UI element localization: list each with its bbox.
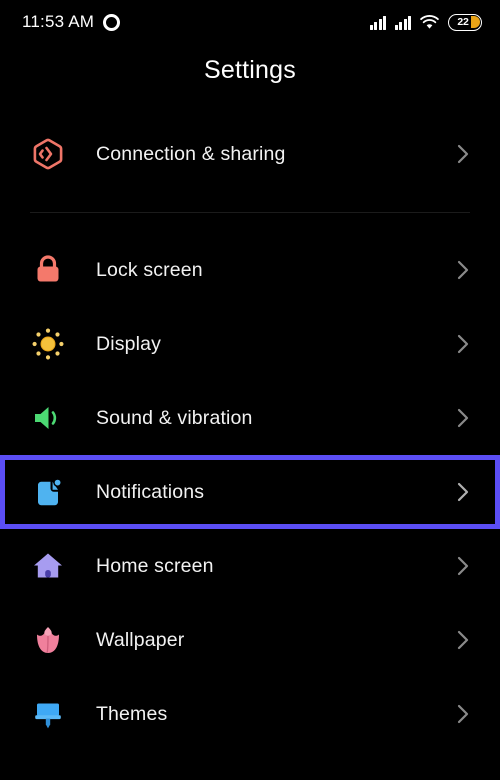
cellular-signal-icon: [395, 15, 411, 30]
cellular-signal-icon: [370, 15, 387, 30]
status-bar-left: 11:53 AM: [22, 12, 121, 32]
connection-sharing-icon: [26, 132, 70, 176]
settings-row-notifications[interactable]: Notifications: [0, 455, 500, 529]
chevron-right-icon: [452, 555, 474, 577]
camera-punch-hole-icon: [103, 13, 121, 31]
status-bar-clock: 11:53 AM: [22, 12, 95, 31]
chevron-right-icon: [452, 333, 474, 355]
chevron-right-icon: [452, 143, 474, 165]
settings-row-label: Connection & sharing: [96, 142, 286, 165]
group-divider: [0, 191, 500, 233]
chevron-right-icon: [452, 629, 474, 651]
brightness-sun-icon: [26, 322, 70, 366]
notification-badge-icon: [26, 470, 70, 514]
flower-tulip-icon: [26, 618, 70, 662]
speaker-volume-icon: [26, 396, 70, 440]
settings-row-sound-vibration[interactable]: Sound & vibration: [0, 381, 500, 455]
settings-row-label: Wallpaper: [96, 628, 185, 651]
battery-fill: [470, 16, 480, 28]
settings-row-home-screen[interactable]: Home screen: [0, 529, 500, 603]
settings-row-display[interactable]: Display: [0, 307, 500, 381]
settings-row-label: Display: [96, 332, 161, 355]
chevron-right-icon: [452, 407, 474, 429]
status-bar: 11:53 AM 22: [0, 0, 500, 44]
settings-row-label: Themes: [96, 702, 168, 725]
settings-row-wallpaper[interactable]: Wallpaper: [0, 603, 500, 677]
settings-row-themes[interactable]: Themes: [0, 677, 500, 751]
settings-row-label: Sound & vibration: [96, 406, 253, 429]
settings-list: Connection & sharing Lock screen Display…: [0, 117, 500, 751]
settings-row-label: Home screen: [96, 554, 214, 577]
home-house-icon: [26, 544, 70, 588]
lock-icon: [26, 248, 70, 292]
battery-percent: 22: [457, 16, 469, 28]
chevron-right-icon: [452, 703, 474, 725]
chevron-right-icon: [452, 259, 474, 281]
wifi-icon: [420, 14, 439, 30]
settings-screen: 11:53 AM 22 Settings Connection & sharin…: [0, 0, 500, 780]
paint-brush-icon: [26, 692, 70, 736]
settings-row-connection-sharing[interactable]: Connection & sharing: [0, 117, 500, 191]
settings-row-label: Notifications: [96, 480, 205, 503]
page-title: Settings: [204, 56, 296, 84]
battery-icon: 22: [448, 13, 482, 31]
chevron-right-icon: [452, 481, 474, 503]
status-bar-right: 22: [370, 13, 482, 31]
settings-row-lock-screen[interactable]: Lock screen: [0, 233, 500, 307]
settings-row-label: Lock screen: [96, 258, 203, 281]
